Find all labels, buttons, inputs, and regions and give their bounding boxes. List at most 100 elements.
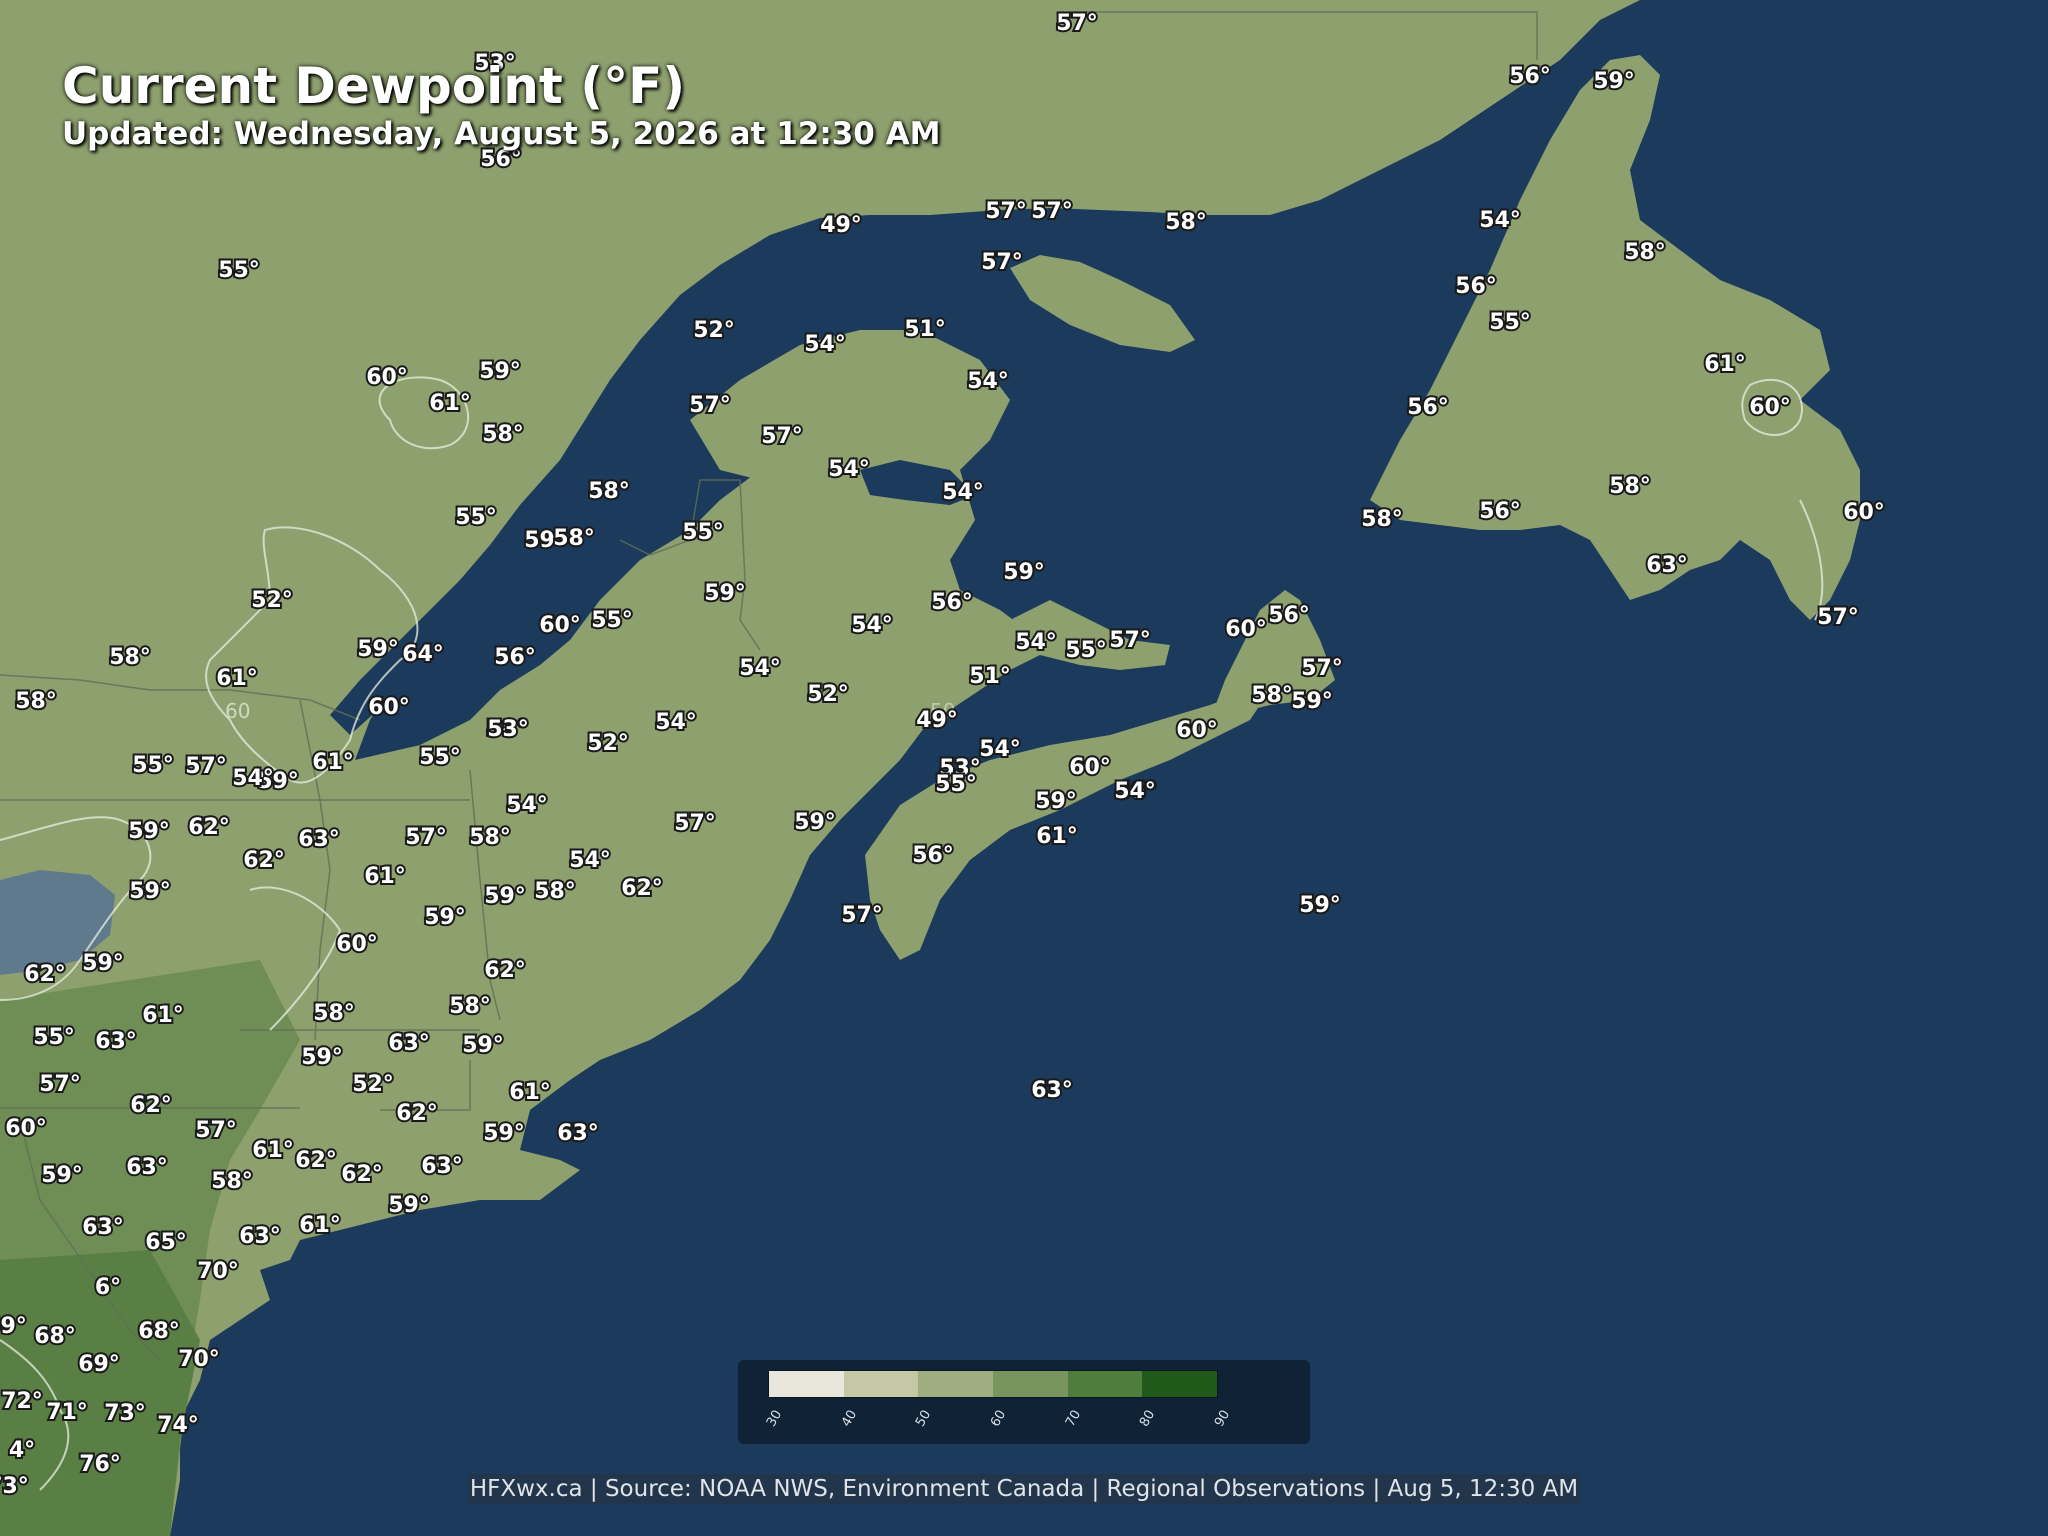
dewpoint-observation: 49°	[916, 708, 958, 733]
dewpoint-observation: 59°	[462, 1033, 504, 1058]
dewpoint-observation: 54°	[804, 332, 846, 357]
dewpoint-observation: 51°	[904, 317, 946, 342]
legend-swatch	[1067, 1371, 1143, 1397]
dewpoint-observation: 70°	[197, 1259, 239, 1284]
map-footer: HFXwx.ca | Source: NOAA NWS, Environment…	[0, 1474, 2048, 1504]
dewpoint-observation: 55°	[132, 753, 174, 778]
dewpoint-observation: 56°	[1479, 499, 1521, 524]
dewpoint-observation: 57°	[689, 393, 731, 418]
dewpoint-observation: 52°	[251, 588, 293, 613]
dewpoint-observation: 60°	[1225, 617, 1267, 642]
legend-swatch	[1142, 1371, 1218, 1397]
legend-tick-label: 60	[988, 1407, 1010, 1430]
dewpoint-observation: 54°	[967, 369, 1009, 394]
dewpoint-observation: 61°	[1036, 824, 1078, 849]
dewpoint-observation: 57°	[1031, 199, 1073, 224]
dewpoint-observation: 60°	[1843, 500, 1885, 525]
dewpoint-observation: 58°	[1165, 210, 1207, 235]
dewpoint-observation: 58°	[1609, 474, 1651, 499]
dewpoint-observation: 70°	[178, 1347, 220, 1372]
dewpoint-observation: 65°	[145, 1230, 187, 1255]
dewpoint-observation: 59°	[1593, 69, 1635, 94]
legend-tick-label: 30	[764, 1407, 786, 1430]
dewpoint-observation: 57°	[185, 754, 227, 779]
dewpoint-observation: 51°	[969, 664, 1011, 689]
dewpoint-observation: 72°	[1, 1389, 43, 1414]
dewpoint-observation: 63°	[1646, 553, 1688, 578]
dewpoint-observation: 59°	[301, 1045, 343, 1070]
dewpoint-observation: 61°	[312, 750, 354, 775]
dewpoint-observation: 63°	[421, 1154, 463, 1179]
legend-color-bar	[768, 1370, 1218, 1398]
dewpoint-observation: 59°	[1299, 893, 1341, 918]
dewpoint-observation: 63°	[298, 827, 340, 852]
dewpoint-observation: 63°	[239, 1224, 281, 1249]
map-title: Current Dewpoint (°F)	[62, 57, 686, 115]
dewpoint-observation: 54°	[655, 710, 697, 735]
dewpoint-observation: 62°	[484, 958, 526, 983]
dewpoint-observation: 58°	[534, 879, 576, 904]
dewpoint-observation: 57°	[981, 250, 1023, 275]
dewpoint-observation: 59°	[128, 819, 170, 844]
dewpoint-observation: 58°	[1624, 240, 1666, 265]
legend-tick-label: 90	[1212, 1407, 1234, 1430]
dewpoint-observation: 61°	[252, 1138, 294, 1163]
dewpoint-observation: 59°	[357, 637, 399, 662]
dewpoint-observation: 53°	[487, 717, 529, 742]
dewpoint-observation: 54°	[979, 737, 1021, 762]
dewpoint-observation: 59°	[1035, 789, 1077, 814]
dewpoint-observation: 55°	[591, 608, 633, 633]
dewpoint-observation: 57°	[1301, 656, 1343, 681]
dewpoint-observation: 58°	[469, 825, 511, 850]
legend-tick-label: 70	[1062, 1407, 1084, 1430]
dewpoint-observation: 54°	[506, 793, 548, 818]
dewpoint-observation: 57°	[1817, 605, 1859, 630]
dewpoint-observation: 60°	[336, 932, 378, 957]
dewpoint-observation: 60°	[1176, 718, 1218, 743]
dewpoint-observation: 62°	[396, 1101, 438, 1126]
dewpoint-observation: 61°	[1704, 352, 1746, 377]
dewpoint-observation: 56°	[1407, 395, 1449, 420]
dewpoint-observation: 59°	[704, 581, 746, 606]
dewpoint-observation: 59°	[483, 1121, 525, 1146]
dewpoint-observation: 55°	[935, 772, 977, 797]
legend-tick-label: 40	[838, 1407, 860, 1430]
dewpoint-observation: 54°	[232, 766, 274, 791]
dewpoint-observation: 76°	[79, 1452, 121, 1477]
dewpoint-observation: 52°	[693, 318, 735, 343]
dewpoint-observation: 59°	[129, 879, 171, 904]
dewpoint-observation: 57°	[1109, 628, 1151, 653]
dewpoint-observation: 63°	[82, 1215, 124, 1240]
dewpoint-observation: 57°	[761, 424, 803, 449]
updated-timestamp: Updated: Wednesday, August 5, 2026 at 12…	[62, 116, 941, 152]
dewpoint-observation: 61°	[216, 666, 258, 691]
dewpoint-observation: 6°	[95, 1275, 121, 1300]
dewpoint-observation: 59°	[479, 359, 521, 384]
dewpoint-observation: 55°	[1065, 638, 1107, 663]
dewpoint-observation: 73°	[104, 1401, 146, 1426]
dewpoint-observation: 59°	[424, 905, 466, 930]
legend-tick-label: 80	[1137, 1407, 1159, 1430]
dewpoint-observation: 62°	[24, 962, 66, 987]
dewpoint-observation: 55°	[455, 505, 497, 530]
dewpoint-observation: 64°	[402, 642, 444, 667]
dewpoint-observation: 62°	[130, 1093, 172, 1118]
dewpoint-observation: 57°	[39, 1072, 81, 1097]
dewpoint-observation: 71°	[46, 1400, 88, 1425]
map-canvas[interactable]: 60 50 53°57°56° 59°56°57° 57° 58°49°57°55°5…	[0, 0, 2048, 1536]
legend-swatch	[918, 1371, 994, 1397]
dewpoint-observation: 49°	[820, 213, 862, 238]
dewpoint-observation: 55°	[33, 1025, 75, 1050]
dewpoint-observation: 60°	[1749, 395, 1791, 420]
dewpoint-observation: 63°	[557, 1121, 599, 1146]
dewpoint-observation: 54°	[1015, 630, 1057, 655]
dewpoint-observation: 62°	[341, 1162, 383, 1187]
dewpoint-observation: 74°	[157, 1413, 199, 1438]
dewpoint-observation: 60°	[366, 365, 408, 390]
dewpoint-observation: 61°	[509, 1080, 551, 1105]
dewpoint-observation: 55°	[682, 520, 724, 545]
dewpoint-observation: 62°	[295, 1148, 337, 1173]
dewpoint-observation: 52°	[587, 731, 629, 756]
dewpoint-observation: 61°	[429, 391, 471, 416]
dewpoint-observation: 59°	[1291, 689, 1333, 714]
